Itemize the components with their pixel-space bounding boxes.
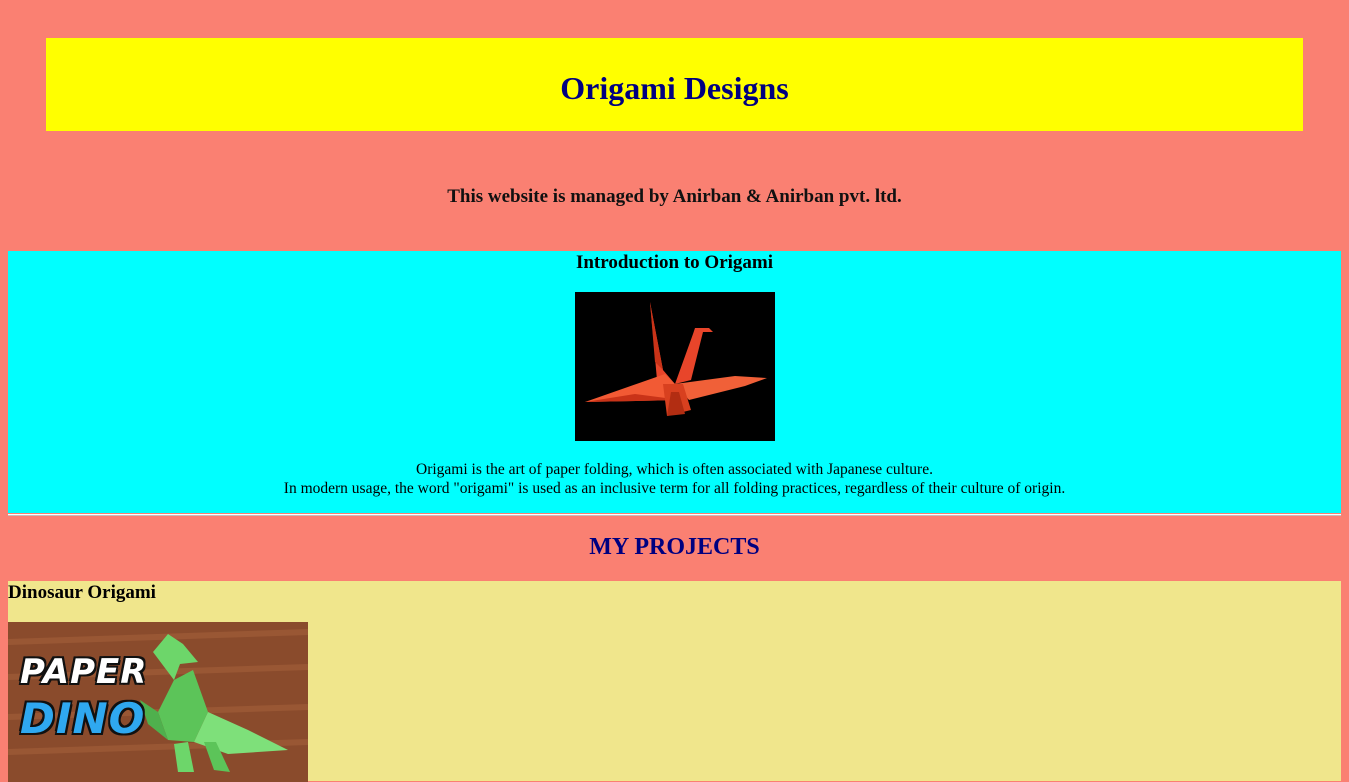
dino-caption-paper: PAPER xyxy=(20,652,148,692)
intro-text: Origami is the art of paper folding, whi… xyxy=(8,460,1341,498)
manager-note: This website is managed by Anirban & Ani… xyxy=(447,186,902,207)
page-title: Origami Designs xyxy=(560,70,789,106)
intro-heading: Introduction to Origami xyxy=(575,252,774,273)
paper-dino-image: PAPER DINO xyxy=(8,622,308,782)
project-card-dinosaur: Dinosaur Origami PAPER DINO xyxy=(8,581,1341,782)
intro-line-1: Origami is the art of paper folding, whi… xyxy=(416,461,933,478)
project-heading: Dinosaur Origami xyxy=(8,582,156,603)
projects-title: MY PROJECTS xyxy=(589,534,760,560)
horizontal-divider xyxy=(8,514,1341,516)
title-banner: Origami Designs xyxy=(46,38,1303,131)
intro-line-2: In modern usage, the word "origami" is u… xyxy=(283,480,1066,497)
dino-caption-dino: DINO xyxy=(20,694,146,743)
origami-crane-image xyxy=(575,292,775,441)
intro-section: Introduction to Origami Origami is the a… xyxy=(8,251,1341,513)
